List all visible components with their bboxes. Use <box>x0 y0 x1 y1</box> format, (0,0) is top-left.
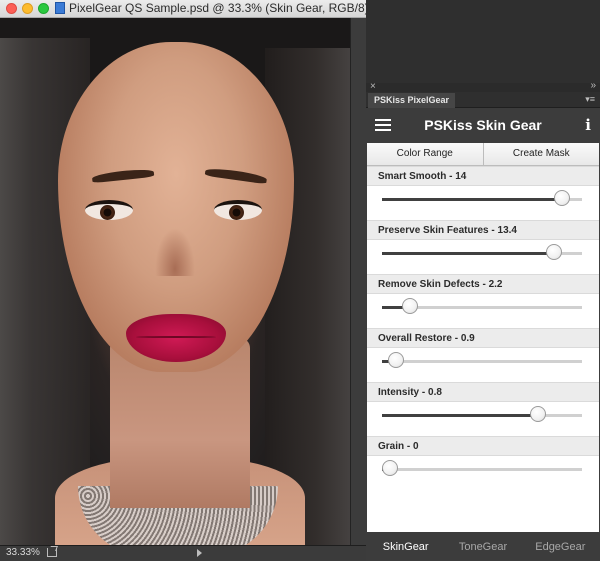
portrait-right-eye <box>214 200 262 220</box>
slider-label: Smart Smooth - 14 <box>378 171 467 182</box>
portrait-nose <box>155 228 195 276</box>
bottom-nav: SkinGear ToneGear EdgeGear <box>367 532 599 561</box>
pixelgear-panel: × » PSKiss PixelGear ▾≡ PSKiss Skin Gear… <box>366 80 600 561</box>
document-titlebar[interactable]: PixelGear QS Sample.psd @ 33.3% (Skin Ge… <box>0 0 366 18</box>
slider-preserve-skin-features: Preserve Skin Features - 13.4 <box>367 220 599 274</box>
slider-intensity: Intensity - 0.8 <box>367 382 599 436</box>
slider-thumb[interactable] <box>530 406 546 422</box>
slider-track[interactable] <box>382 460 582 476</box>
slider-label: Overall Restore - 0.9 <box>378 333 475 344</box>
slider-label: Remove Skin Defects - 2.2 <box>378 279 503 290</box>
slider-header: Preserve Skin Features - 13.4 <box>367 220 599 240</box>
status-menu-arrow-icon[interactable] <box>197 549 202 557</box>
slider-track[interactable] <box>382 244 582 260</box>
create-mask-button[interactable]: Create Mask <box>482 143 599 165</box>
slider-label: Intensity - 0.8 <box>378 387 442 398</box>
slider-thumb[interactable] <box>382 460 398 476</box>
document-vertical-scrollbar[interactable] <box>350 18 366 545</box>
image-canvas[interactable] <box>0 18 350 545</box>
document-statusbar: 33.33% <box>0 545 366 561</box>
panel-tab-pskiss-pixelgear[interactable]: PSKiss PixelGear <box>368 93 456 108</box>
slider-label: Grain - 0 <box>378 441 419 452</box>
slider-grain: Grain - 0 <box>367 436 599 490</box>
slider-list: Smart Smooth - 14 Preserve Skin Features… <box>367 166 599 490</box>
panel-close-icon[interactable]: × <box>370 81 376 92</box>
nav-edgegear[interactable]: EdgeGear <box>522 541 599 553</box>
nav-skingear[interactable]: SkinGear <box>367 541 444 553</box>
action-bar: Color Range Create Mask <box>367 143 599 166</box>
minimize-window-button[interactable] <box>22 3 33 14</box>
slider-header: Intensity - 0.8 <box>367 382 599 402</box>
slider-thumb[interactable] <box>402 298 418 314</box>
portrait-left-eye <box>85 200 133 220</box>
app-title: PSKiss Skin Gear <box>424 117 542 133</box>
slider-label: Preserve Skin Features - 13.4 <box>378 225 517 236</box>
slider-header: Remove Skin Defects - 2.2 <box>367 274 599 294</box>
slider-header: Grain - 0 <box>367 436 599 456</box>
panel-body: PSKiss Skin Gear i Color Range Create Ma… <box>367 108 599 561</box>
zoom-window-button[interactable] <box>38 3 49 14</box>
slider-track[interactable] <box>382 298 582 314</box>
slider-remove-skin-defects: Remove Skin Defects - 2.2 <box>367 274 599 328</box>
slider-thumb[interactable] <box>546 244 562 260</box>
info-icon[interactable]: i <box>585 116 591 134</box>
close-window-button[interactable] <box>6 3 17 14</box>
panel-tabbar: PSKiss PixelGear ▾≡ <box>366 92 600 108</box>
slider-thumb[interactable] <box>388 352 404 368</box>
document-window: PixelGear QS Sample.psd @ 33.3% (Skin Ge… <box>0 0 366 561</box>
app-header: PSKiss Skin Gear i <box>367 108 599 143</box>
slider-fill <box>382 414 538 417</box>
slider-header: Overall Restore - 0.9 <box>367 328 599 348</box>
zoom-level[interactable]: 33.33% <box>6 547 40 558</box>
slider-smart-smooth: Smart Smooth - 14 <box>367 166 599 220</box>
psd-file-icon <box>55 2 65 14</box>
export-icon[interactable] <box>47 548 57 557</box>
panel-topbar[interactable]: × » <box>366 80 600 92</box>
panel-collapse-icon[interactable]: » <box>590 80 596 91</box>
slider-track[interactable] <box>382 352 582 368</box>
slider-track[interactable] <box>382 406 582 422</box>
panel-flyout-menu-icon[interactable]: ▾≡ <box>585 95 595 104</box>
slider-header: Smart Smooth - 14 <box>367 166 599 186</box>
slider-overall-restore: Overall Restore - 0.9 <box>367 328 599 382</box>
slider-fill <box>382 252 554 255</box>
slider-fill <box>382 198 562 201</box>
slider-track[interactable] <box>382 190 582 206</box>
nav-tonegear[interactable]: ToneGear <box>444 541 521 553</box>
document-title: PixelGear QS Sample.psd @ 33.3% (Skin Ge… <box>69 1 366 15</box>
slider-thumb[interactable] <box>554 190 570 206</box>
color-range-button[interactable]: Color Range <box>367 143 483 165</box>
